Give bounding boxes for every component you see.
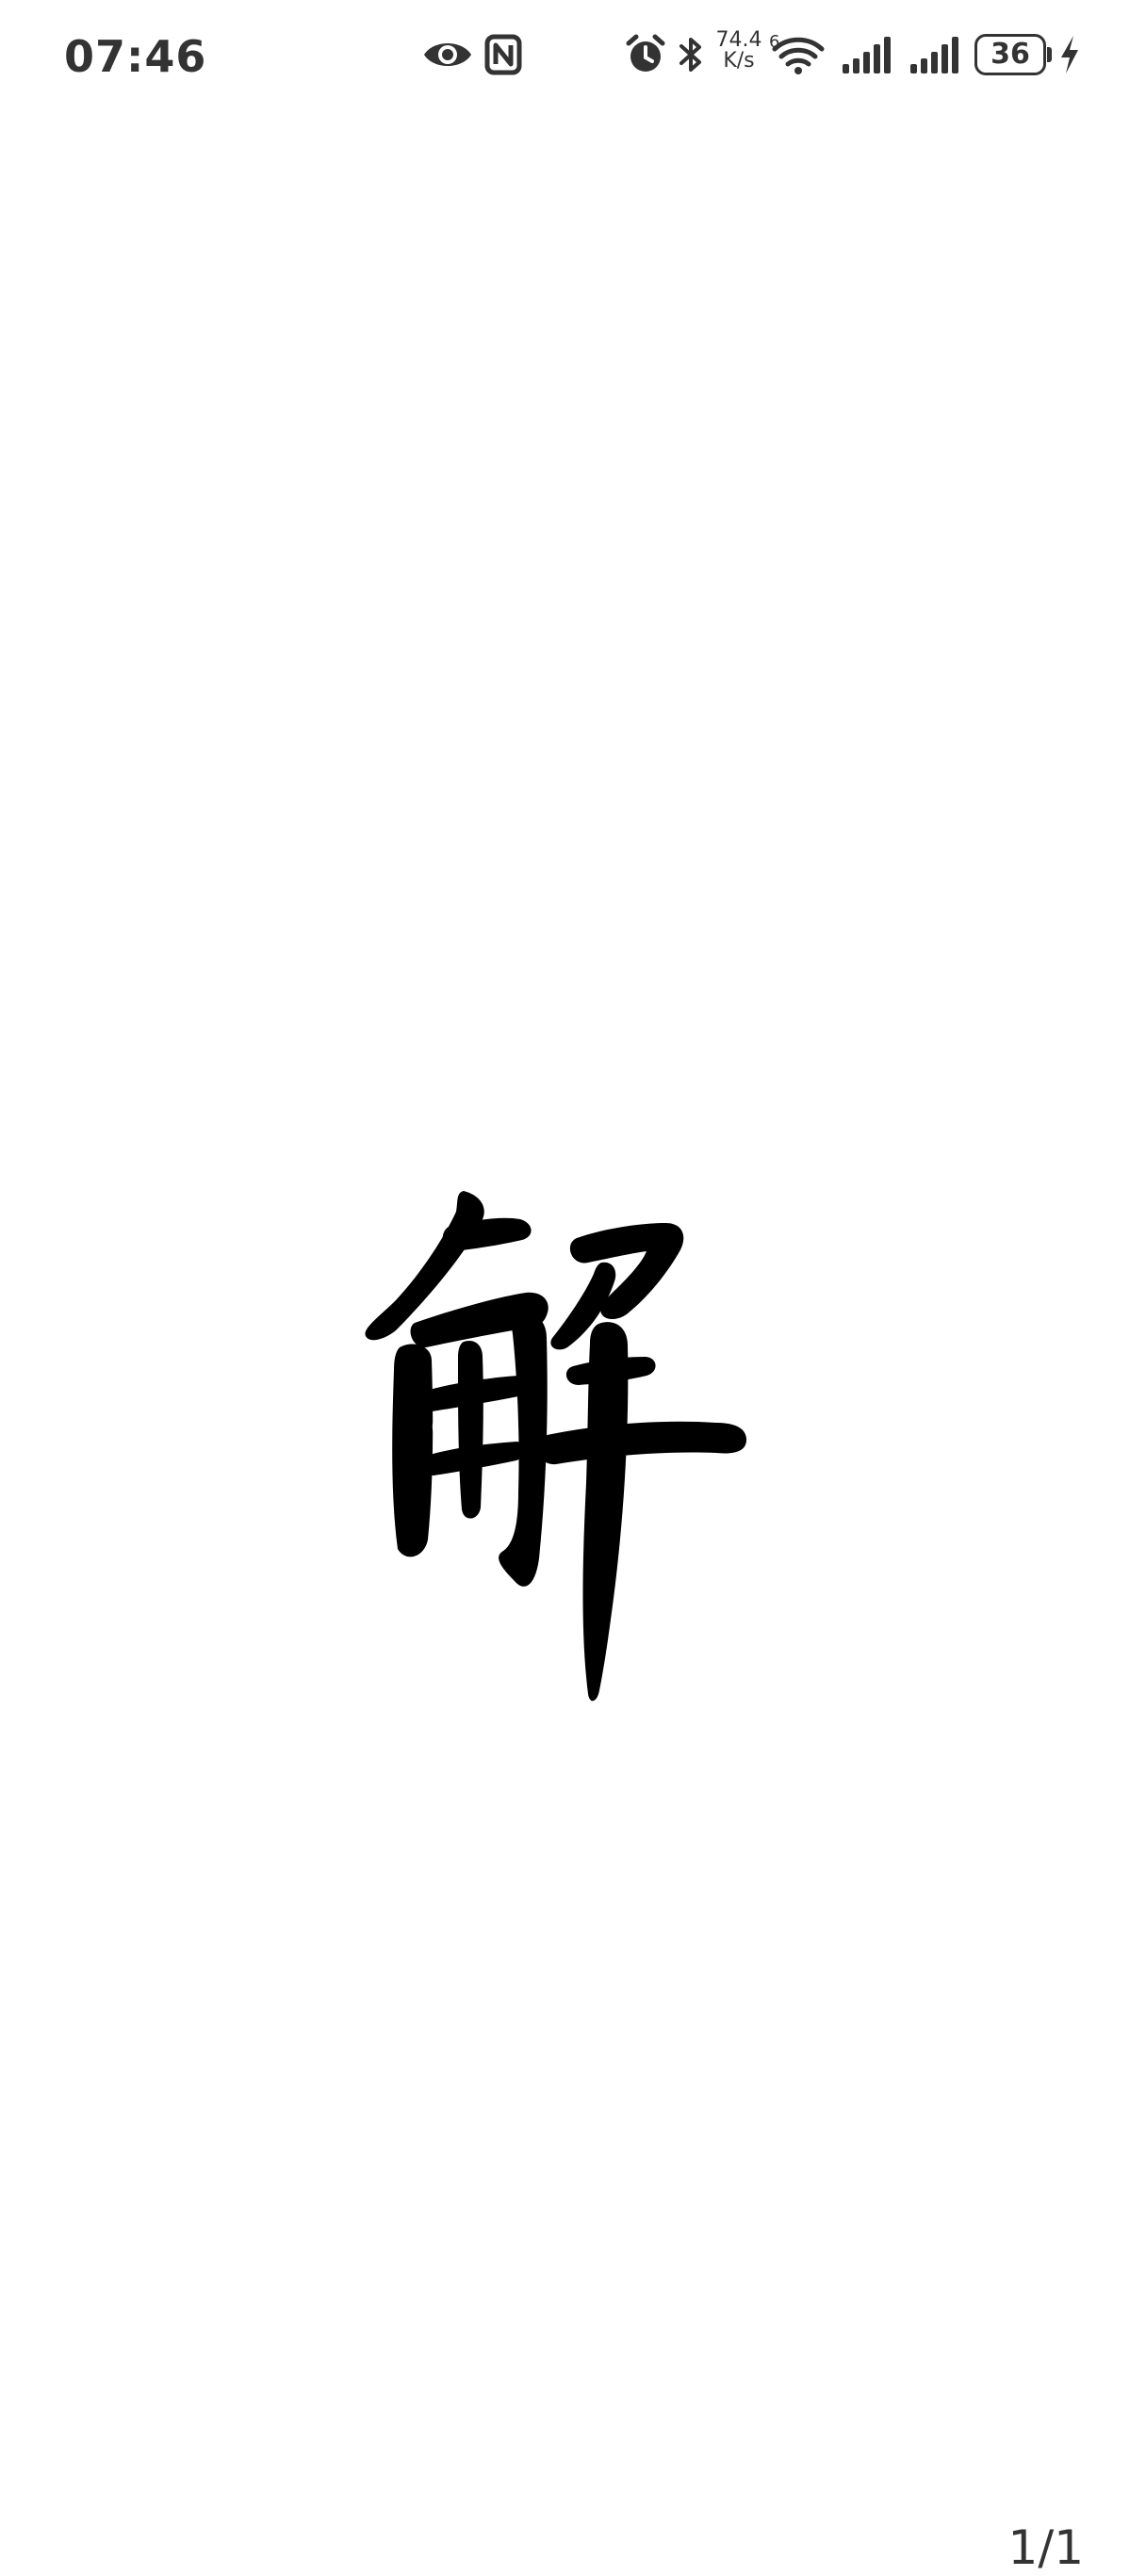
status-bar: 07:46 74.4 K/s 6 36 xyxy=(0,0,1146,117)
nfc-icon xyxy=(484,34,522,75)
status-time: 07:46 xyxy=(64,31,207,82)
alarm-icon xyxy=(626,34,665,72)
network-speed-value: 74.4 xyxy=(715,28,762,52)
network-speed-unit: K/s xyxy=(723,49,755,73)
bluetooth-icon xyxy=(679,38,701,72)
image-viewer[interactable]: 1/1 xyxy=(0,117,1146,2575)
eye-icon xyxy=(424,43,471,66)
charging-icon xyxy=(1061,36,1078,73)
network-speed: 74.4 K/s xyxy=(712,30,765,72)
wifi-icon xyxy=(772,37,825,74)
calligraphy-image[interactable] xyxy=(358,1182,792,1719)
battery-icon: 36 xyxy=(974,34,1046,75)
battery-tip xyxy=(1047,47,1052,62)
signal-icon xyxy=(910,37,958,73)
signal-icon xyxy=(843,37,891,73)
page-counter: 1/1 xyxy=(1007,2520,1084,2575)
